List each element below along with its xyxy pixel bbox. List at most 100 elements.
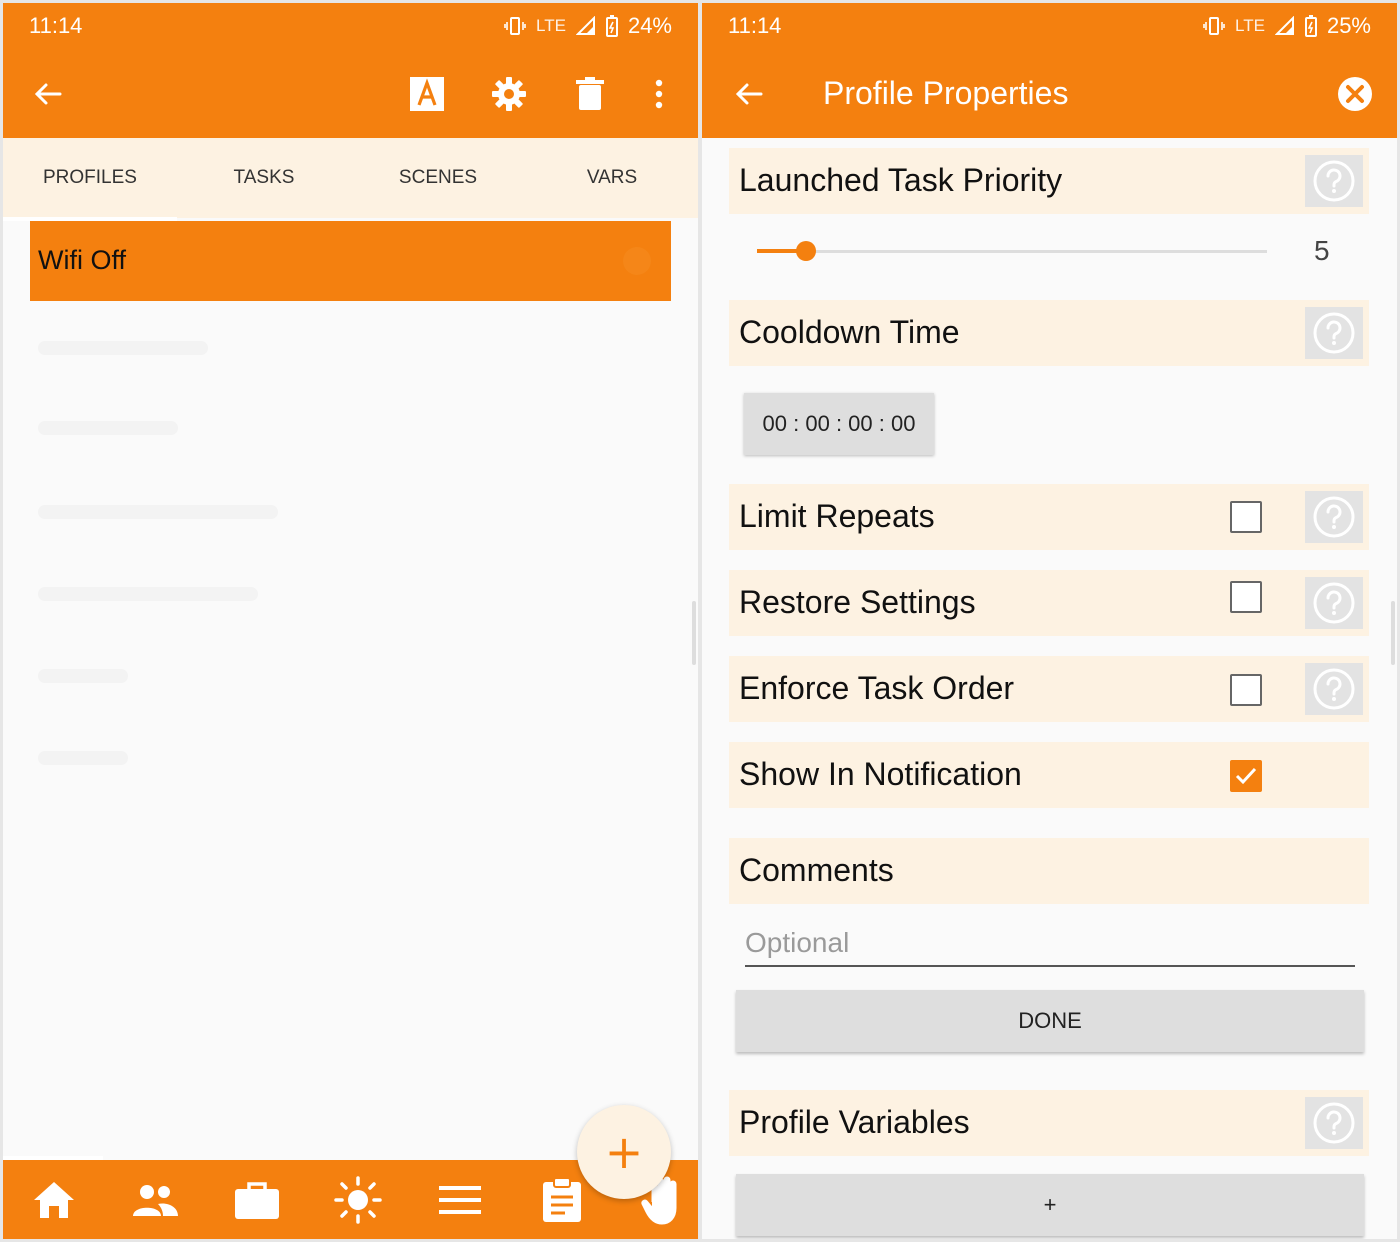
show-in-notification-label: Show In Notification [739, 756, 1022, 792]
status-bar: 11:14 LTE 24% [3, 3, 698, 47]
battery-icon [605, 15, 618, 37]
faded-row-placeholder [38, 421, 178, 435]
scrollbar[interactable] [1391, 601, 1395, 665]
tab-tasks[interactable]: TASKS [177, 138, 351, 218]
faded-row-placeholder [38, 751, 128, 765]
app-toolbar: Profile Properties [702, 47, 1397, 138]
cooldown-time-picker[interactable]: 00 : 00 : 00 : 00 [744, 393, 934, 455]
back-button[interactable] [726, 71, 772, 117]
nav-people[interactable] [130, 1175, 180, 1225]
profile-item[interactable]: Wifi Off [30, 221, 671, 301]
done-button[interactable]: DONE [736, 990, 1364, 1052]
status-bar: 11:14 LTE 25% [702, 3, 1397, 47]
nav-home[interactable] [29, 1175, 79, 1225]
faded-row-placeholder [38, 505, 278, 519]
battery-icon [1304, 15, 1317, 37]
scrollbar[interactable] [692, 601, 696, 665]
profile-variables-label: Profile Variables [739, 1104, 970, 1140]
comments-input[interactable] [745, 921, 1355, 967]
profile-variables-header: Profile Variables [729, 1090, 1369, 1156]
help-icon [1313, 496, 1355, 538]
clipboard-icon [543, 1177, 581, 1222]
tab-vars[interactable]: VARS [525, 138, 698, 218]
help-button[interactable] [1305, 1097, 1363, 1149]
help-icon [1313, 582, 1355, 624]
add-fab-button[interactable]: + [577, 1105, 671, 1199]
menu-lines-icon [439, 1186, 481, 1214]
page-title: Profile Properties [823, 75, 1069, 111]
help-icon [1313, 160, 1355, 202]
signal-icon [575, 16, 595, 35]
briefcase-icon [235, 1182, 279, 1219]
help-icon [1313, 668, 1355, 710]
help-icon [1313, 1102, 1355, 1144]
profile-name: Wifi Off [38, 245, 127, 275]
battery-percent: 25% [1326, 13, 1371, 38]
close-button[interactable] [1334, 73, 1376, 115]
back-button[interactable] [25, 71, 71, 117]
show-in-notification-checkbox[interactable] [1230, 760, 1262, 792]
text-button[interactable] [404, 71, 450, 117]
launched-task-priority-label: Launched Task Priority [739, 162, 1063, 198]
vibrate-icon [1203, 17, 1225, 35]
enforce-task-order-row: Enforce Task Order [729, 656, 1369, 722]
faded-row-placeholder [38, 587, 258, 601]
comments-label: Comments [739, 852, 894, 888]
toggle-icon[interactable] [613, 245, 653, 277]
text-a-icon [410, 77, 444, 111]
launched-task-priority-header: Launched Task Priority [729, 148, 1369, 214]
nav-projects[interactable] [232, 1175, 282, 1225]
help-button[interactable] [1305, 663, 1363, 715]
faded-row-placeholder [38, 669, 128, 683]
sun-icon [334, 1176, 382, 1224]
cooldown-time-label: Cooldown Time [739, 314, 960, 350]
help-button[interactable] [1305, 491, 1363, 543]
trash-icon [576, 77, 604, 110]
restore-settings-label: Restore Settings [739, 584, 976, 620]
add-variable-button[interactable]: + [736, 1174, 1364, 1236]
faded-row-placeholder [38, 341, 208, 355]
nav-log[interactable] [537, 1175, 587, 1225]
enforce-task-order-checkbox[interactable] [1230, 674, 1262, 706]
tab-scenes[interactable]: SCENES [351, 138, 525, 218]
restore-settings-checkbox[interactable] [1230, 581, 1262, 613]
limit-repeats-checkbox[interactable] [1230, 501, 1262, 533]
help-icon [1313, 312, 1355, 354]
app-toolbar [3, 47, 698, 138]
battery-percent: 24% [627, 13, 672, 38]
show-in-notification-row: Show In Notification [729, 742, 1369, 808]
restore-settings-row: Restore Settings [729, 570, 1369, 636]
tab-profiles[interactable]: PROFILES [3, 138, 177, 218]
priority-value: 5 [1314, 235, 1330, 266]
priority-slider-thumb[interactable] [796, 241, 816, 261]
signal-icon [1274, 16, 1294, 35]
cooldown-time-header: Cooldown Time [729, 300, 1369, 366]
help-button[interactable] [1305, 577, 1363, 629]
network-type: LTE [536, 16, 566, 35]
network-type: LTE [1235, 16, 1265, 35]
limit-repeats-row: Limit Repeats [729, 484, 1369, 550]
settings-button[interactable] [486, 71, 532, 117]
limit-repeats-label: Limit Repeats [739, 498, 935, 534]
nav-list[interactable] [435, 1175, 485, 1225]
priority-slider-track[interactable] [757, 250, 1267, 253]
comments-header: Comments [729, 838, 1369, 904]
help-button[interactable] [1305, 307, 1363, 359]
status-time: 11:14 [29, 13, 83, 38]
arrow-left-icon [735, 83, 763, 105]
people-icon [133, 1185, 178, 1216]
home-icon [34, 1182, 74, 1218]
overflow-menu-button[interactable] [639, 71, 679, 117]
help-button[interactable] [1305, 155, 1363, 207]
profile-properties-screen: 11:14 LTE 25% Profile Properties Launche… [702, 3, 1397, 1239]
gear-icon [492, 77, 526, 111]
status-time: 11:14 [728, 13, 782, 38]
tab-bar: PROFILES TASKS SCENES VARS [3, 138, 698, 221]
nav-scenes[interactable] [333, 1175, 383, 1225]
checkmark-icon [1235, 767, 1257, 785]
tasker-main-screen: 11:14 LTE 24% PROFILES TASKS SCENES VARS [3, 3, 698, 1239]
more-vert-icon [655, 79, 663, 109]
vibrate-icon [504, 17, 526, 35]
delete-button[interactable] [567, 71, 613, 117]
arrow-left-icon [34, 83, 62, 105]
